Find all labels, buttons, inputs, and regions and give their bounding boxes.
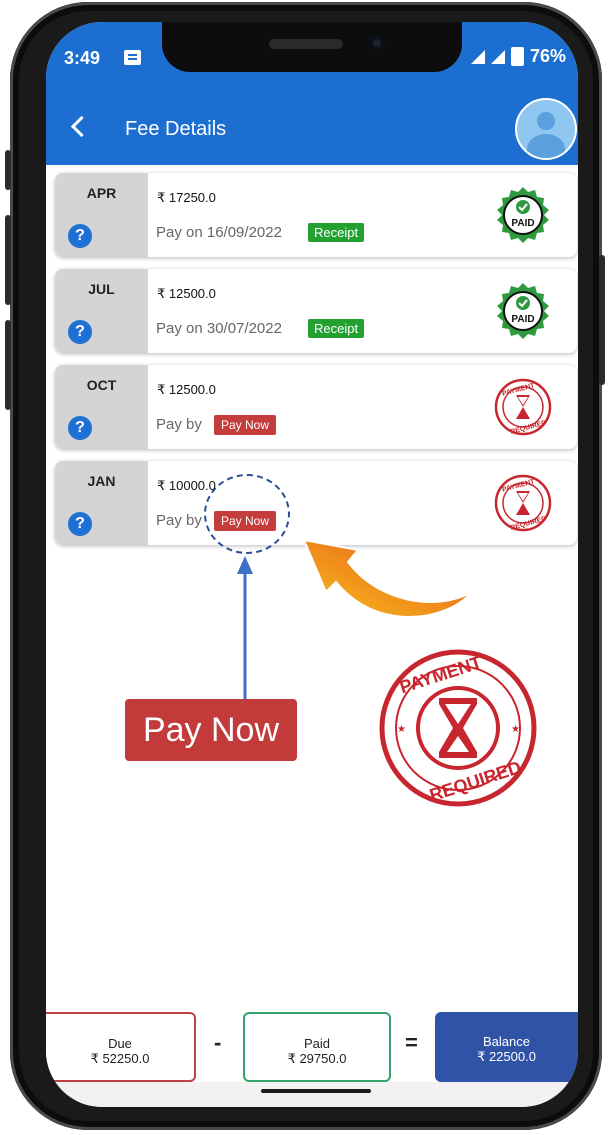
equals-sign: = [405,1030,418,1055]
payment-required-large-stamp-icon: PAYMENT REQUIRED ★ ★ [379,649,537,807]
pay-now-callout: Pay Now [125,699,297,761]
volume-up-button [5,215,11,305]
balance-value: ₹ 22500.0 [477,1049,536,1064]
screen: 3:49 76% Fee Details APR ? ₹ 17250.0 Pay… [46,22,578,1107]
minus-sign: - [214,1030,222,1055]
side-button [5,150,11,190]
power-button [599,255,605,385]
nav-bar [46,1082,578,1107]
home-indicator[interactable] [261,1089,371,1093]
curved-arrow-icon [302,538,473,618]
paid-value: ₹ 29750.0 [287,1051,347,1066]
due-label: Due [108,1036,132,1051]
svg-text:★: ★ [511,724,520,735]
paid-box: Paid ₹ 29750.0 [243,1012,391,1082]
up-arrow-head [237,556,253,574]
due-value: ₹ 52250.0 [90,1051,150,1066]
paid-label: Paid [303,1036,331,1051]
annotation-arrows [237,538,473,702]
fee-summary-bar: Due ₹ 52250.0 - Paid ₹ 29750.0 = Balance… [46,1012,578,1082]
balance-label: Balance [483,1034,530,1049]
due-box: Due ₹ 52250.0 [46,1012,196,1082]
volume-down-button [5,320,11,410]
svg-text:★: ★ [397,724,406,735]
balance-box: Balance ₹ 22500.0 [435,1012,578,1082]
